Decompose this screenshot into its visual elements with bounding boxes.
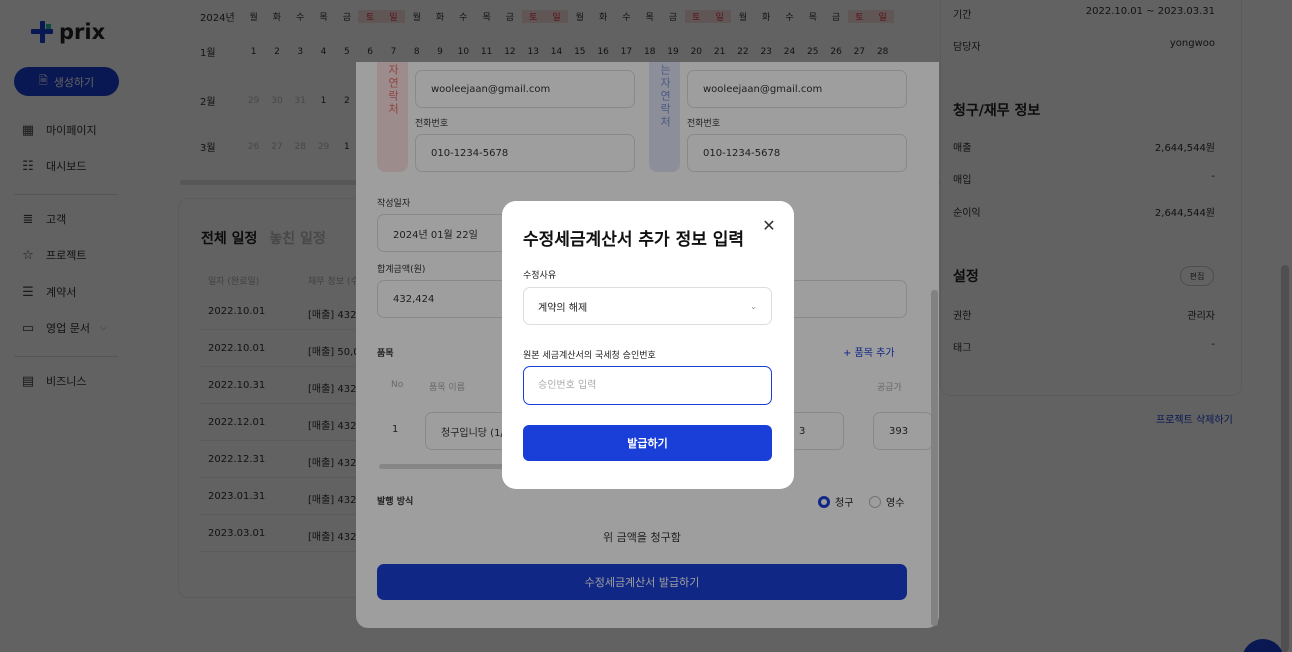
revised-invoice-dialog: 수정세금계산서 추가 정보 입력 ✕ 수정사유 계약의 해제 ⌄ 원본 세금계산… <box>502 201 794 489</box>
reason-select[interactable]: 계약의 해제 ⌄ <box>523 287 772 325</box>
chevron-down-icon: ⌄ <box>750 301 757 311</box>
approval-number-label: 원본 세금계산서의 국세청 승인번호 <box>523 351 656 361</box>
reason-label: 수정사유 <box>523 271 557 281</box>
issue-button[interactable]: 발급하기 <box>523 425 772 461</box>
approval-number-input[interactable] <box>523 366 772 405</box>
dialog-title: 수정세금계산서 추가 정보 입력 <box>523 230 745 250</box>
reason-select-value: 계약의 해제 <box>538 302 588 314</box>
close-icon[interactable]: ✕ <box>760 216 778 235</box>
